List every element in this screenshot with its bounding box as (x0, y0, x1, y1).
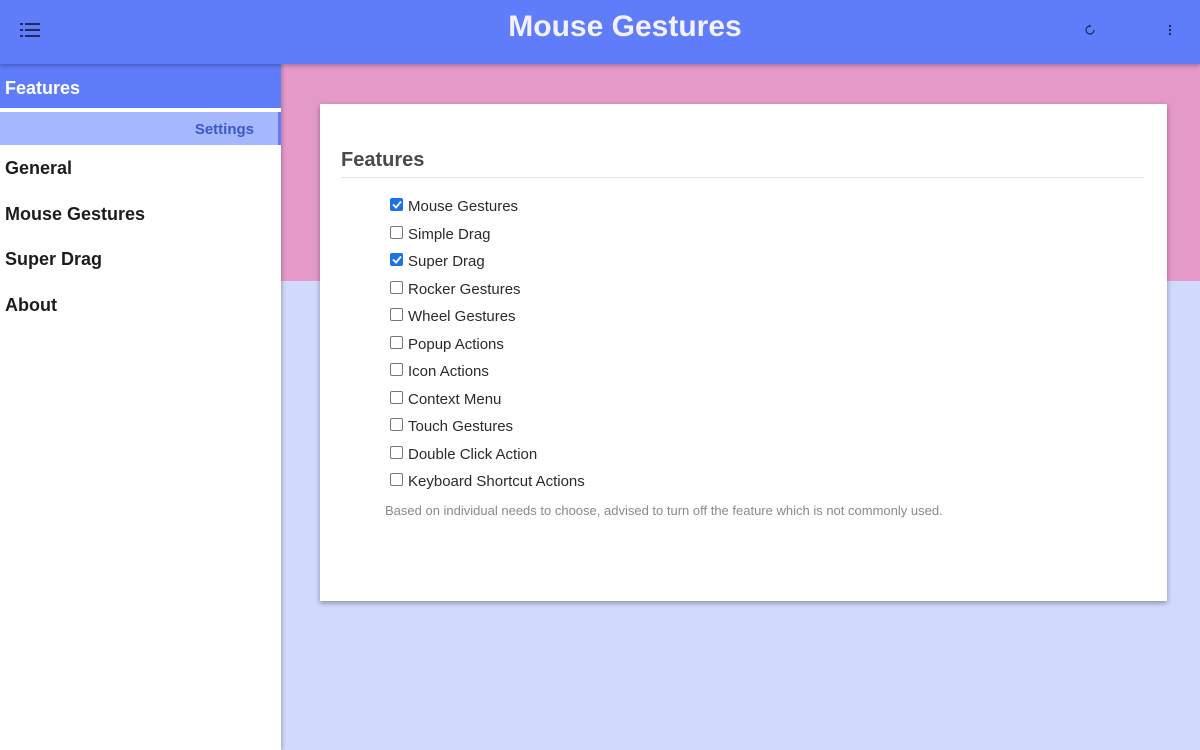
feature-label: Context Menu (408, 390, 502, 408)
feature-checkbox-popup-actions[interactable] (390, 335, 403, 349)
feature-checkbox-icon-actions[interactable] (390, 363, 403, 377)
sidebar-item-super-drag[interactable]: Super Drag (0, 236, 281, 282)
app-title: Mouse Gestures (508, 10, 742, 43)
sidebar-item-about[interactable]: About (0, 282, 281, 328)
feature-row-context-menu[interactable]: Context Menu (390, 386, 585, 414)
feature-row-double-click-action[interactable]: Double Click Action (390, 441, 585, 469)
sidebar-item-settings[interactable]: Settings (0, 112, 281, 145)
features-card: Features Mouse Gestures Simple Drag Super … (320, 104, 1167, 601)
feature-label: Mouse Gestures (408, 198, 519, 216)
feature-row-mouse-gestures[interactable]: Mouse Gestures (390, 193, 585, 221)
feature-row-popup-actions[interactable]: Popup Actions (390, 331, 585, 359)
feature-checkbox-wheel-gestures[interactable] (390, 308, 403, 322)
hint-text: Based on individual needs to choose, adv… (385, 503, 943, 518)
feature-list: Mouse Gestures Simple Drag Super Drag Rocke… (390, 193, 585, 496)
feature-checkbox-double-click-action[interactable] (390, 445, 403, 459)
sidebar-item-mouse-gestures[interactable]: Mouse Gestures (0, 191, 281, 237)
feature-label: Wheel Gestures (408, 308, 516, 326)
checkmark-icon (391, 256, 402, 265)
feature-label: Keyboard Shortcut Actions (408, 473, 585, 491)
feature-row-simple-drag[interactable]: Simple Drag (390, 221, 585, 249)
top-app-bar: Mouse Gestures (0, 0, 1200, 64)
feature-checkbox-mouse-gestures[interactable] (390, 198, 403, 212)
feature-label: Popup Actions (408, 335, 504, 353)
feature-checkbox-touch-gestures[interactable] (390, 418, 403, 432)
feature-label: Icon Actions (408, 363, 489, 381)
feature-row-wheel-gestures[interactable]: Wheel Gestures (390, 303, 585, 331)
sidebar: Features Settings General Mouse Gestures… (0, 64, 281, 750)
feature-row-super-drag[interactable]: Super Drag (390, 248, 585, 276)
feature-row-keyboard-shortcut-actions[interactable]: Keyboard Shortcut Actions (390, 468, 585, 496)
feature-checkbox-keyboard-shortcut-actions[interactable] (390, 473, 403, 487)
feature-label: Touch Gestures (408, 418, 514, 436)
feature-checkbox-super-drag[interactable] (390, 253, 403, 267)
feature-label: Rocker Gestures (408, 280, 521, 298)
feature-row-touch-gestures[interactable]: Touch Gestures (390, 413, 585, 441)
feature-label: Double Click Action (408, 445, 538, 463)
feature-row-icon-actions[interactable]: Icon Actions (390, 358, 585, 386)
feature-label: Simple Drag (408, 225, 491, 243)
divider (341, 177, 1144, 178)
feature-checkbox-context-menu[interactable] (390, 390, 403, 404)
feature-checkbox-simple-drag[interactable] (390, 225, 403, 239)
sidebar-section-features[interactable]: Features (0, 64, 281, 108)
sidebar-item-general[interactable]: General (0, 145, 281, 191)
feature-label: Super Drag (408, 253, 485, 271)
feature-checkbox-rocker-gestures[interactable] (390, 280, 403, 294)
vertical-dots-icon[interactable] (1160, 20, 1180, 40)
checkmark-icon (391, 201, 402, 210)
feature-row-rocker-gestures[interactable]: Rocker Gestures (390, 276, 585, 304)
reload-icon[interactable] (1080, 20, 1100, 40)
card-title: Features (341, 149, 425, 171)
